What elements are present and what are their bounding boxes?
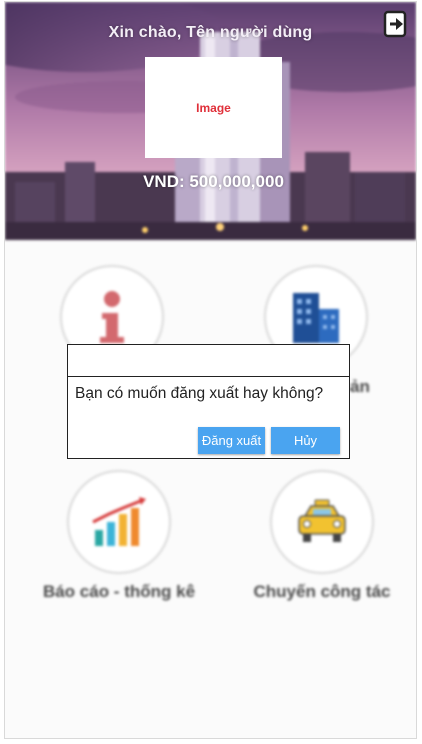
balance-text: VND: 500,000,000	[143, 172, 284, 191]
info-icon	[100, 291, 124, 343]
logout-icon[interactable]	[383, 10, 409, 38]
dialog-title	[68, 345, 349, 377]
profile-image-placeholder: Image	[145, 57, 282, 158]
menu-item-reports[interactable]: Báo cáo - thống kê	[19, 470, 219, 602]
confirm-logout-button[interactable]: Đăng xuất	[198, 427, 265, 454]
phone-screen: Xin chào, Tên người dùng Image VND: 500,…	[4, 1, 417, 739]
reports-circle	[67, 470, 171, 574]
greeting-text: Xin chào, Tên người dùng	[108, 24, 313, 41]
menu-item-business-trip[interactable]: Chuyến công tác	[222, 470, 416, 602]
taxi-icon	[298, 499, 346, 542]
business-trip-circle	[270, 470, 374, 574]
menu-grid: Thông tin Bất động sản	[5, 240, 416, 738]
image-placeholder-label: Image	[196, 100, 231, 115]
dialog-message: Bạn có muốn đăng xuất hay không?	[75, 385, 324, 402]
menu-label-business-trip: Chuyến công tác	[253, 582, 391, 601]
chart-icon	[92, 497, 146, 546]
cancel-button[interactable]: Hủy	[271, 427, 340, 454]
logout-confirm-dialog: Bạn có muốn đăng xuất hay không? Đăng xu…	[67, 344, 350, 459]
building-icon	[293, 293, 339, 343]
menu-label-reports: Báo cáo - thống kê	[42, 582, 196, 601]
